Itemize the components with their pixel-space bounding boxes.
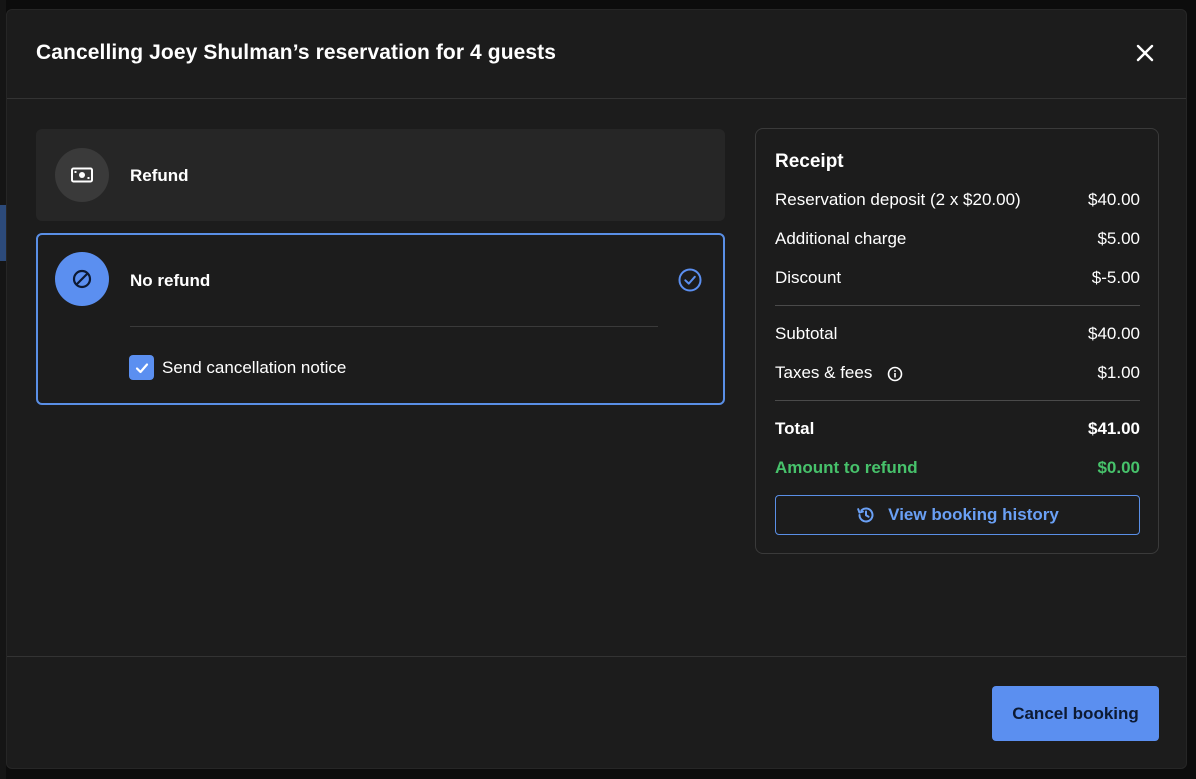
option-refund-label: Refund xyxy=(130,166,189,185)
subtotal-label: Subtotal xyxy=(775,324,838,343)
taxes-label: Taxes & fees xyxy=(775,363,873,382)
prohibited-icon xyxy=(72,269,92,289)
close-icon xyxy=(1136,44,1154,62)
receipt-row-amount: $-5.00 xyxy=(1091,268,1140,287)
taxes-amount: $1.00 xyxy=(1097,363,1140,382)
total-label: Total xyxy=(775,419,815,438)
history-icon xyxy=(857,507,874,523)
close-button[interactable] xyxy=(1132,40,1158,66)
view-booking-history-button[interactable]: View booking history xyxy=(775,495,1140,535)
cancel-reservation-modal: Cancelling Joey Shulman’s reservation fo… xyxy=(6,9,1187,769)
option-no-refund-label: No refund xyxy=(130,271,211,290)
modal-title: Cancelling Joey Shulman’s reservation fo… xyxy=(36,41,557,64)
option-divider xyxy=(130,326,658,327)
option-no-refund[interactable]: No refund Send cancellation notice xyxy=(36,233,725,405)
refund-icon-circle xyxy=(55,148,109,202)
subtotal-amount: $40.00 xyxy=(1088,324,1140,343)
selected-check-icon xyxy=(678,268,702,292)
receipt-row-amount: $40.00 xyxy=(1088,190,1140,209)
receipt-row-label: Discount xyxy=(775,268,842,287)
receipt-refund-row: Amount to refund $0.00 xyxy=(775,458,1140,478)
receipt-row: Additional charge $5.00 xyxy=(775,229,1140,249)
receipt-row-label: Additional charge xyxy=(775,229,907,248)
send-notice-row[interactable]: Send cancellation notice xyxy=(129,355,346,380)
total-amount: $41.00 xyxy=(1088,419,1140,438)
receipt-row: Discount $-5.00 xyxy=(775,268,1140,288)
receipt-total-row: Total $41.00 xyxy=(775,419,1140,439)
cancel-booking-button[interactable]: Cancel booking xyxy=(992,686,1159,741)
receipt-title: Receipt xyxy=(775,151,844,172)
receipt-taxes-row: Taxes & fees $1.00 xyxy=(775,363,1140,383)
receipt-subtotal-row: Subtotal $40.00 xyxy=(775,324,1140,344)
banknote-icon xyxy=(71,167,93,183)
receipt-separator xyxy=(775,305,1140,306)
view-booking-history-label: View booking history xyxy=(888,505,1059,524)
footer-separator xyxy=(7,656,1186,657)
receipt-row-label: Reservation deposit (2 x $20.00) xyxy=(775,190,1021,209)
receipt-row: Reservation deposit (2 x $20.00) $40.00 xyxy=(775,190,1140,210)
refund-amount-label: Amount to refund xyxy=(775,458,918,477)
refund-amount-value: $0.00 xyxy=(1097,458,1140,477)
modal-header: Cancelling Joey Shulman’s reservation fo… xyxy=(7,10,1186,99)
receipt-separator xyxy=(775,400,1140,401)
info-icon[interactable] xyxy=(887,366,903,382)
receipt-row-amount: $5.00 xyxy=(1097,229,1140,248)
checkmark-icon xyxy=(135,362,148,373)
receipt-panel: Receipt Reservation deposit (2 x $20.00)… xyxy=(755,128,1159,554)
send-notice-label: Send cancellation notice xyxy=(162,357,347,377)
option-refund[interactable]: Refund xyxy=(36,129,725,221)
send-notice-checkbox[interactable] xyxy=(129,355,154,380)
no-refund-icon-circle xyxy=(55,252,109,306)
